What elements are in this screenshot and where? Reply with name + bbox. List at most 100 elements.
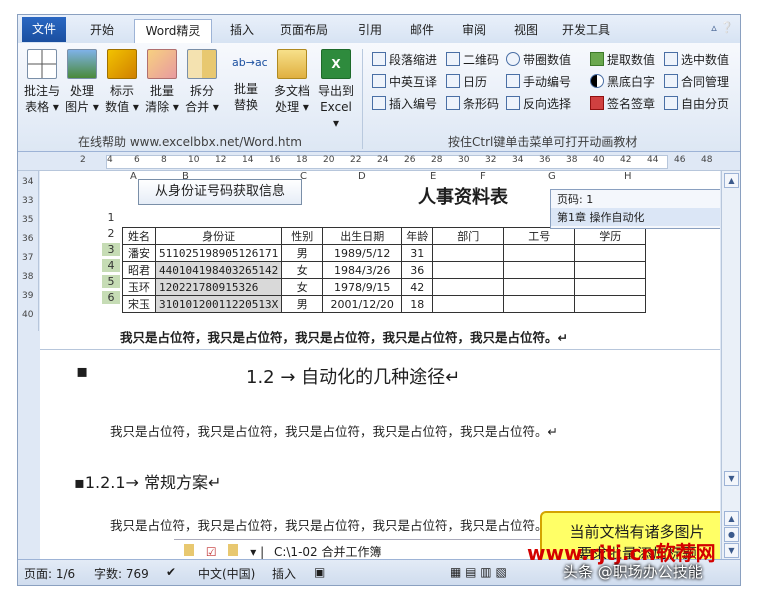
multi-doc-button[interactable]: 多文档 处理 ▾ [272,49,312,115]
excel-cell[interactable]: 31010120011220513X [154,295,283,313]
browse-object-button[interactable]: ● [724,527,739,542]
small-btn[interactable]: 签名签章 [590,95,655,113]
excel-cell[interactable]: 玉环 [122,278,156,296]
excel-cell[interactable] [503,295,576,313]
excel-cell[interactable]: 部门 [432,227,505,245]
excel-cell[interactable]: 1978/9/15 [322,278,403,296]
split-merge-button[interactable]: 拆分 合并 ▾ [184,49,220,115]
small-btn[interactable]: 黑底白字 [590,73,655,91]
tab-insert[interactable]: 插入 [220,19,264,41]
excel-row-header[interactable]: 3 [102,243,120,256]
small-btn[interactable]: 提取数值 [590,51,655,69]
tab-developer[interactable]: 开发工具 [556,19,616,41]
tab-review[interactable]: 审阅 [452,19,496,41]
excel-col-header[interactable]: F [480,171,486,182]
small-btn[interactable]: 手动编号 [506,73,571,91]
small-btn[interactable]: 反向选择 [506,95,571,113]
excel-row-header[interactable]: 5 [102,275,120,288]
excel-cell[interactable]: 出生日期 [322,227,403,245]
export-excel-button[interactable]: X 导出到 Excel ▾ [316,49,356,131]
view-buttons[interactable]: ▦ ▤ ▥ ▧ [450,565,507,579]
tab-view[interactable]: 视图 [504,19,548,41]
excel-cell[interactable]: 36 [401,261,434,279]
excel-cell[interactable]: 18 [401,295,434,313]
small-btn[interactable]: 日历 [446,73,487,91]
tab-references[interactable]: 引用 [348,19,392,41]
excel-cell[interactable] [503,261,576,279]
small-btn[interactable]: 选中数值 [664,51,729,69]
excel-cell[interactable] [432,261,505,279]
small-btn[interactable]: 二维码 [446,51,499,69]
excel-col-header[interactable]: A [130,171,137,182]
excel-cell[interactable]: 性别 [281,227,324,245]
table-comment-button[interactable]: 批注与 表格 ▾ [24,49,60,115]
excel-cell[interactable]: 42 [401,278,434,296]
excel-row-header[interactable]: 2 [102,227,120,240]
status-mode[interactable]: 插入 [272,565,296,582]
excel-cell[interactable]: 31 [401,244,434,262]
excel-cell[interactable]: 身份证 [154,227,283,245]
excel-cell[interactable]: 120221780915326 [154,278,283,296]
excel-col-header[interactable]: D [358,171,366,182]
status-language[interactable]: 中文(中国) [198,565,255,582]
batch-clear-button[interactable]: 批量 清除 ▾ [144,49,180,115]
excel-cell[interactable]: 年龄 [401,227,434,245]
excel-cell[interactable]: 2001/12/20 [322,295,403,313]
excel-cell[interactable]: 昭君 [122,261,156,279]
excel-cell[interactable] [574,261,647,279]
small-btn[interactable]: 自由分页 [664,95,729,113]
small-btn[interactable]: 插入编号 [372,95,437,113]
excel-cell[interactable]: 姓名 [122,227,156,245]
small-btn[interactable]: 条形码 [446,95,499,113]
macro-icon[interactable]: ▣ [314,565,325,579]
excel-cell[interactable]: 1984/3/26 [322,261,403,279]
group-label-tools[interactable]: 按住Ctrl键单击菜单可打开动画教材 [448,133,637,150]
excel-row-header[interactable]: 1 [102,211,120,224]
excel-cell[interactable]: 440104198403265142 [154,261,283,279]
excel-cell[interactable]: 女 [281,278,324,296]
excel-cell[interactable] [432,295,505,313]
excel-cell[interactable]: 1989/5/12 [322,244,403,262]
document-area[interactable]: ABCDEFGH 从身份证号码获取信息 人事资料表 123456 姓名 身份证 性别… [40,171,720,559]
excel-cell[interactable] [574,244,647,262]
excel-cell[interactable] [574,278,647,296]
mark-number-button[interactable]: 标示 数值 ▾ [104,49,140,115]
small-btn[interactable]: 段落缩进 [372,51,437,69]
horizontal-ruler[interactable]: 2 4 6 8 10 12 14 16 18 20 22 24 26 28 30 32 34 36 38 40 42 44… [18,152,740,171]
status-words[interactable]: 字数: 769 [94,565,149,582]
excel-col-header[interactable]: E [430,171,436,182]
excel-cell[interactable]: 男 [281,244,324,262]
get-id-info-button[interactable]: 从身份证号码获取信息 [138,179,302,205]
excel-cell[interactable]: 511025198905126171 [154,244,283,262]
tab-home[interactable]: 开始 [80,19,124,41]
small-btn[interactable]: 带圈数值 [506,51,571,69]
excel-cell[interactable] [503,278,576,296]
excel-cell[interactable]: 潘安 [122,244,156,262]
excel-cell[interactable] [503,244,576,262]
excel-cell[interactable]: 女 [281,261,324,279]
excel-cell[interactable] [574,295,647,313]
excel-cell[interactable]: 学历 [574,227,647,245]
explorer-bar[interactable]: ☑ ▾ | C:\1-02 合并工作簿 [174,539,554,559]
excel-cell[interactable] [432,278,505,296]
dropdown-icon[interactable]: ▾ | [250,545,264,559]
vertical-ruler[interactable]: 34 33 35 36 37 38 39 40 [18,171,39,331]
scroll-down-button[interactable]: ▼ [724,471,739,486]
small-btn[interactable]: 中英互译 [372,73,437,91]
excel-col-header[interactable]: G [548,171,556,182]
tab-word-jingling[interactable]: Word精灵 [134,19,212,43]
tab-page-layout[interactable]: 页面布局 [274,19,334,41]
next-page-button[interactable]: ▼ [724,543,739,558]
process-image-button[interactable]: 处理 图片 ▾ [64,49,100,115]
excel-row-header[interactable]: 6 [102,291,120,304]
excel-cell[interactable]: 男 [281,295,324,313]
batch-replace-button[interactable]: ab→ac 批量 替换 [228,49,268,113]
tab-file[interactable]: 文件 [22,17,66,42]
excel-cell[interactable]: 宋玉 [122,295,156,313]
small-btn[interactable]: 合同管理 [664,73,729,91]
excel-col-header[interactable]: H [624,171,632,182]
status-page[interactable]: 页面: 1/6 [24,565,75,582]
spellcheck-icon[interactable]: ✔ [166,565,176,579]
scroll-up-button[interactable]: ▲ [724,173,739,188]
vertical-scrollbar[interactable]: ▲ ▼ ▲ ● ▼ [721,171,740,559]
